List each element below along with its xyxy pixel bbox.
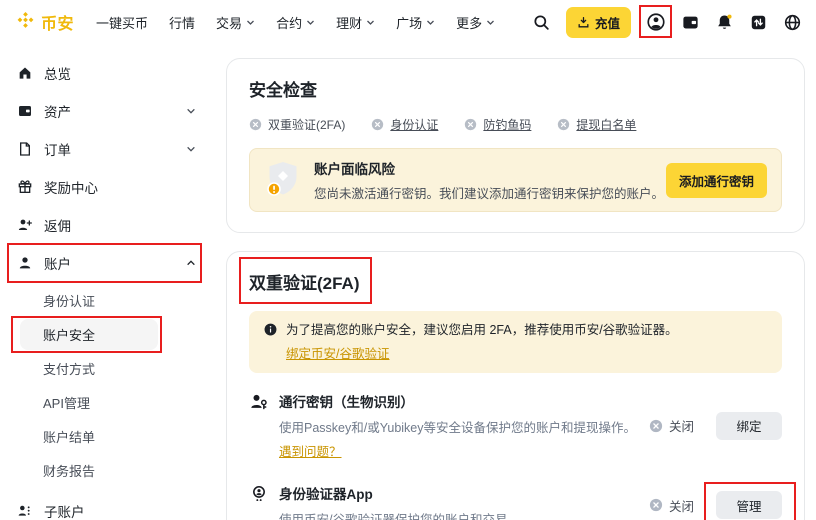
checklist-antiphishing[interactable]: 防钓鱼码: [464, 116, 531, 133]
binance-diamond-icon: [16, 10, 35, 34]
shield-warning-icon: [264, 160, 302, 200]
nav-futures[interactable]: 合约: [276, 13, 315, 32]
annotation-box-account: [7, 243, 202, 283]
risk-banner: 账户面临风险 您尚未激活通行密钥。我们建议添加通行密钥来保护您的账户。 添加通行…: [249, 148, 782, 212]
authenticator-description: 使用币安/谷歌验证器保护您的账户和交易。: [279, 509, 639, 520]
main-nav: 一键买币 行情 交易 合约 理财 广场 更多: [96, 13, 495, 32]
nav-trade[interactable]: 交易: [216, 13, 255, 32]
subaccount-icon: [17, 503, 33, 519]
download-icon: [577, 16, 590, 29]
security-checklist: 双重验证(2FA) 身份认证 防钓鱼码 提现白名单: [249, 116, 782, 133]
chevron-up-icon: [186, 258, 196, 268]
sidebar-item-orders[interactable]: 订单: [0, 130, 226, 168]
bell-icon[interactable]: [715, 13, 734, 32]
sidebar-item-rewards-hub[interactable]: 奖励中心: [0, 168, 226, 206]
nav-markets[interactable]: 行情: [169, 13, 195, 32]
sidebar-item-payment[interactable]: 支付方式: [20, 353, 158, 384]
assets-icon: [17, 103, 33, 119]
nav-square[interactable]: 广场: [396, 13, 435, 32]
checklist-withdrawal-whitelist[interactable]: 提现白名单: [557, 116, 636, 133]
binance-logo[interactable]: 币安: [16, 10, 74, 34]
authenticator-manage-button[interactable]: 管理: [716, 491, 782, 519]
authenticator-icon: [249, 484, 269, 504]
passkey-title: 通行密钥（生物识别）: [279, 391, 639, 411]
profile-icon[interactable]: [646, 12, 666, 32]
chevron-down-icon: [366, 18, 375, 27]
two-fa-card: 双重验证(2FA) 为了提高您的账户安全，建议您启用 2FA，推荐使用币安/谷歌…: [226, 251, 805, 520]
circle-x-icon: [371, 118, 384, 131]
account-icon: [17, 255, 33, 271]
passkey-status: 关闭: [649, 416, 694, 435]
sidebar-item-api[interactable]: API管理: [20, 387, 158, 418]
circle-x-icon: [557, 118, 570, 131]
two-fa-tip: 为了提高您的账户安全，建议您启用 2FA，推荐使用币安/谷歌验证器。 绑定币安/…: [249, 311, 782, 373]
top-navbar: 币安 一键买币 行情 交易 合约 理财 广场 更多 充值: [0, 0, 816, 44]
passkey-bind-button[interactable]: 绑定: [716, 412, 782, 440]
authenticator-row: 身份验证器App 使用币安/谷歌验证器保护您的账户和交易。 关闭 管理: [249, 483, 782, 520]
nav-more[interactable]: 更多: [456, 13, 495, 32]
add-passkey-button[interactable]: 添加通行密钥: [666, 163, 767, 198]
nav-buy-crypto[interactable]: 一键买币: [96, 13, 148, 32]
passkey-help-link[interactable]: 遇到问题？: [279, 441, 342, 460]
orders-icon: [17, 141, 33, 157]
security-check-card: 安全检查 双重验证(2FA) 身份认证 防钓鱼码 提现白名单: [226, 58, 805, 233]
security-check-title: 安全检查: [249, 76, 782, 101]
risk-banner-title: 账户面临风险: [314, 158, 666, 178]
circle-x-icon: [249, 118, 262, 131]
two-fa-list: 通行密钥（生物识别） 使用Passkey和/或Yubikey等安全设备保护您的账…: [249, 391, 782, 520]
sidebar-item-identification[interactable]: 身份认证: [20, 285, 158, 316]
home-icon: [17, 65, 33, 81]
chevron-down-icon: [186, 106, 196, 116]
sidebar-item-account-security[interactable]: 账户安全: [20, 319, 158, 350]
bind-authenticator-link[interactable]: 绑定币安/谷歌验证: [286, 343, 389, 362]
chevron-down-icon: [306, 18, 315, 27]
circle-x-icon: [649, 419, 663, 433]
deposit-button[interactable]: 充值: [566, 7, 631, 38]
chevron-down-icon: [186, 144, 196, 154]
passkey-icon: [249, 392, 269, 412]
sidebar-item-referral[interactable]: 返佣: [0, 206, 226, 244]
sidebar-item-account[interactable]: 账户: [0, 244, 226, 282]
referral-icon: [17, 217, 33, 233]
sidebar-item-assets[interactable]: 资产: [0, 92, 226, 130]
chevron-down-icon: [426, 18, 435, 27]
risk-banner-description: 您尚未激活通行密钥。我们建议添加通行密钥来保护您的账户。: [314, 183, 666, 202]
circle-x-icon: [649, 498, 663, 512]
sidebar: 总览 资产 订单 奖励中心 返佣 账户 身份认证: [0, 44, 226, 520]
chevron-down-icon: [246, 18, 255, 27]
two-fa-tip-text: 为了提高您的账户安全，建议您启用 2FA，推荐使用币安/谷歌验证器。: [286, 323, 678, 337]
two-fa-title: 双重验证(2FA): [249, 274, 360, 293]
rewards-icon: [17, 179, 33, 195]
chevron-down-icon: [486, 18, 495, 27]
nav-earn[interactable]: 理财: [336, 13, 375, 32]
sidebar-item-financial-reports[interactable]: 财务报告: [20, 455, 158, 486]
authenticator-status: 关闭: [649, 496, 694, 515]
info-icon: [263, 322, 278, 337]
sidebar-item-subaccounts[interactable]: 子账户: [0, 492, 226, 520]
checklist-2fa[interactable]: 双重验证(2FA): [249, 116, 345, 133]
globe-icon[interactable]: [783, 13, 802, 32]
passkey-description: 使用Passkey和/或Yubikey等安全设备保护您的账户和提现操作。: [279, 417, 639, 436]
sidebar-item-statements[interactable]: 账户结单: [20, 421, 158, 452]
wallet-icon[interactable]: [681, 13, 700, 32]
circle-x-icon: [464, 118, 477, 131]
desktop-transfer-icon[interactable]: [749, 13, 768, 32]
search-icon[interactable]: [532, 13, 551, 32]
authenticator-title: 身份验证器App: [279, 483, 639, 503]
logo-text: 币安: [41, 10, 74, 34]
checklist-identity[interactable]: 身份认证: [371, 116, 438, 133]
sidebar-item-overview[interactable]: 总览: [0, 54, 226, 92]
passkey-row: 通行密钥（生物识别） 使用Passkey和/或Yubikey等安全设备保护您的账…: [249, 391, 782, 461]
